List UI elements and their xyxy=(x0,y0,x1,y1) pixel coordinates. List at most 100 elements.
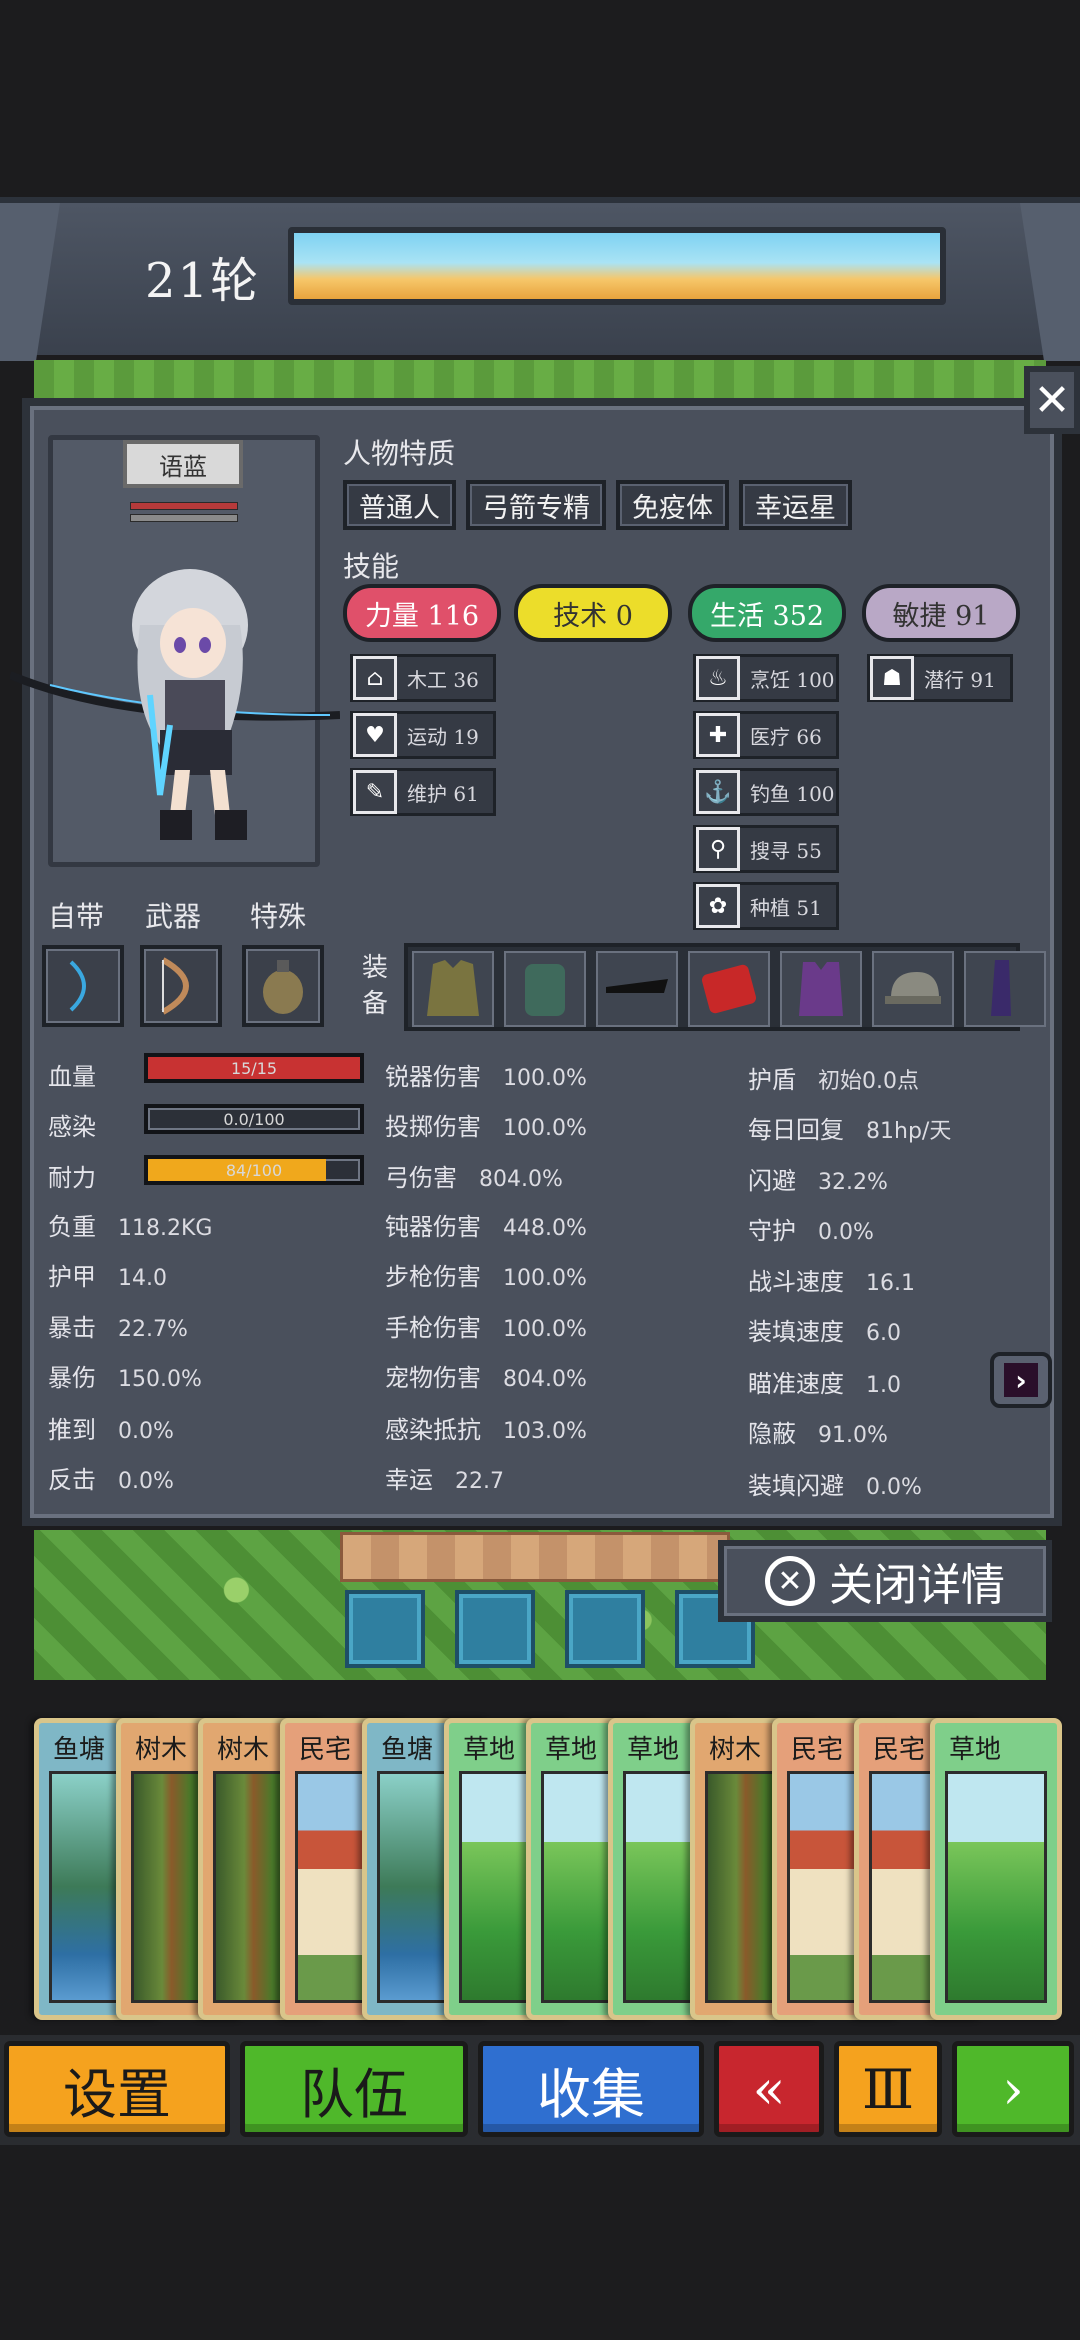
map-tile[interactable] xyxy=(565,1590,645,1668)
weapon-slot[interactable] xyxy=(140,945,222,1027)
stat-label: 每日回复 xyxy=(748,1116,844,1144)
stat-daily-recovery: 每日回复 81hp/天 xyxy=(748,1110,951,1145)
cap-icon xyxy=(885,972,941,1004)
sub-skill-stealth[interactable]: ☗ 潜行 91 xyxy=(867,654,1013,702)
stat-value: 0.0% xyxy=(118,1469,174,1494)
portrait-health-bars xyxy=(130,502,238,526)
stat-value: 100.0% xyxy=(503,1116,587,1141)
stat-armor: 护甲 14.0 xyxy=(48,1257,167,1292)
stat-label: 装填速度 xyxy=(748,1318,844,1346)
stat-label: 隐蔽 xyxy=(748,1420,796,1448)
house-icon: ⌂ xyxy=(353,656,397,700)
sub-skill-cooking[interactable]: ♨ 烹饪 100 xyxy=(693,654,839,702)
stat-reload-speed: 装填速度 6.0 xyxy=(748,1312,901,1347)
stat-crit: 暴击 22.7% xyxy=(48,1308,188,1343)
sub-skill-planting[interactable]: ✿ 种植 51 xyxy=(693,882,839,930)
stat-value: 81hp/天 xyxy=(866,1119,952,1144)
stat-label: 装填闪避 xyxy=(748,1472,844,1500)
map-path xyxy=(340,1532,730,1582)
stat-value: 16.1 xyxy=(866,1271,915,1296)
equip-jacket-slot[interactable] xyxy=(412,951,494,1027)
stat-value: 804.0% xyxy=(503,1367,587,1392)
armor-vest-icon xyxy=(799,962,843,1016)
skill-agility[interactable]: 敏捷 91 xyxy=(862,584,1020,642)
equip-cap-slot[interactable] xyxy=(872,951,954,1027)
next-page-button[interactable]: › xyxy=(990,1352,1052,1408)
stat-health-label: 血量 xyxy=(48,1063,96,1091)
collect-button[interactable]: 收集 xyxy=(478,2041,704,2137)
sub-skill-medical[interactable]: ✚ 医疗 66 xyxy=(693,711,839,759)
equip-vest-slot[interactable] xyxy=(780,951,862,1027)
header-decoration-left xyxy=(0,203,60,361)
day-time-bar xyxy=(288,227,946,305)
map-water-tiles xyxy=(345,1590,755,1668)
rewind-button[interactable]: « xyxy=(714,2041,824,2137)
heart-icon: ♥ xyxy=(353,713,397,757)
play-button[interactable]: › xyxy=(952,2041,1074,2137)
stat-label: 护甲 xyxy=(48,1263,96,1291)
map-tile[interactable] xyxy=(345,1590,425,1668)
equip-backpack-slot[interactable] xyxy=(504,951,586,1027)
map-tile[interactable] xyxy=(455,1590,535,1668)
stat-value: 150.0% xyxy=(118,1367,202,1392)
stat-concealment: 隐蔽 91.0% xyxy=(748,1414,888,1449)
skill-life[interactable]: 生活 352 xyxy=(688,584,846,642)
boots-icon xyxy=(991,960,1011,1016)
trait-badge[interactable]: 普通人 xyxy=(343,480,456,530)
stat-dodge: 闪避 32.2% xyxy=(748,1161,888,1196)
stat-label: 推到 xyxy=(48,1416,96,1444)
team-button[interactable]: 队伍 xyxy=(240,2041,468,2137)
sub-skill-label: 搜寻 55 xyxy=(750,838,822,863)
equip-boots-slot[interactable] xyxy=(964,951,1046,1027)
settings-button[interactable]: 设置 xyxy=(4,2041,230,2137)
stat-guard: 守护 0.0% xyxy=(748,1211,874,1246)
infection-value: 0.0/100 xyxy=(223,1109,285,1129)
stat-label: 宠物伤害 xyxy=(385,1364,481,1392)
trait-badge[interactable]: 弓箭专精 xyxy=(466,480,606,530)
wrench-icon: ✎ xyxy=(353,770,397,814)
sub-skill-maintenance[interactable]: ✎ 维护 61 xyxy=(350,768,496,816)
stat-value: 32.2% xyxy=(818,1170,888,1195)
medkit-icon: ✚ xyxy=(696,713,740,757)
builtin-slot[interactable] xyxy=(42,945,124,1027)
stat-label: 瞄准速度 xyxy=(748,1370,844,1398)
stat-value: 6.0 xyxy=(866,1321,901,1346)
sub-skill-fishing[interactable]: ⚓ 钓鱼 100 xyxy=(693,768,839,816)
equip-head-special: 特殊 xyxy=(250,900,307,933)
sub-skill-sport[interactable]: ♥ 运动 19 xyxy=(350,711,496,759)
trait-badge[interactable]: 免疫体 xyxy=(616,480,729,530)
chevron-right-icon: › xyxy=(1004,1363,1038,1397)
close-icon[interactable]: ✕ xyxy=(1024,366,1080,434)
stat-label: 弓伤害 xyxy=(385,1164,457,1192)
stat-infection-label: 感染 xyxy=(48,1113,96,1141)
stat-rifle-damage: 步枪伤害 100.0% xyxy=(385,1257,587,1292)
stat-combat-speed: 战斗速度 16.1 xyxy=(748,1262,915,1297)
stat-knockdown: 推到 0.0% xyxy=(48,1410,174,1445)
pause-button[interactable]: Ⅲ xyxy=(834,2041,942,2137)
close-detail-button[interactable]: ✕ 关闭详情 xyxy=(718,1540,1052,1622)
stat-value: 100.0% xyxy=(503,1317,587,1342)
special-slot[interactable] xyxy=(242,945,324,1027)
stat-label: 投掷伤害 xyxy=(385,1113,481,1141)
health-bar: 15/15 xyxy=(144,1053,364,1083)
trait-badge[interactable]: 幸运星 xyxy=(739,480,852,530)
stat-value: 0.0% xyxy=(866,1475,922,1500)
sub-skill-search[interactable]: ⚲ 搜寻 55 xyxy=(693,825,839,873)
stat-label: 幸运 xyxy=(385,1466,433,1494)
sub-skill-carpentry[interactable]: ⌂ 木工 36 xyxy=(350,654,496,702)
card-grassland[interactable]: 草地 xyxy=(930,1718,1062,2020)
stat-reload-dodge: 装填闪避 0.0% xyxy=(748,1466,922,1501)
skill-strength[interactable]: 力量 116 xyxy=(343,584,501,642)
sub-skill-label: 木工 36 xyxy=(407,667,479,692)
stat-luck: 幸运 22.7 xyxy=(385,1460,504,1495)
skills-title: 技能 xyxy=(343,550,400,583)
stat-value: 0.0% xyxy=(818,1220,874,1245)
stat-throw-damage: 投掷伤害 100.0% xyxy=(385,1107,587,1142)
equipment-bar xyxy=(404,943,1046,1031)
skill-technique[interactable]: 技术 0 xyxy=(514,584,672,642)
stat-value: 0.0% xyxy=(118,1419,174,1444)
equip-medkit-slot[interactable] xyxy=(688,951,770,1027)
equip-blade-slot[interactable] xyxy=(596,951,678,1027)
stat-load: 负重 118.2KG xyxy=(48,1207,212,1242)
infection-bar: 0.0/100 xyxy=(144,1104,364,1134)
